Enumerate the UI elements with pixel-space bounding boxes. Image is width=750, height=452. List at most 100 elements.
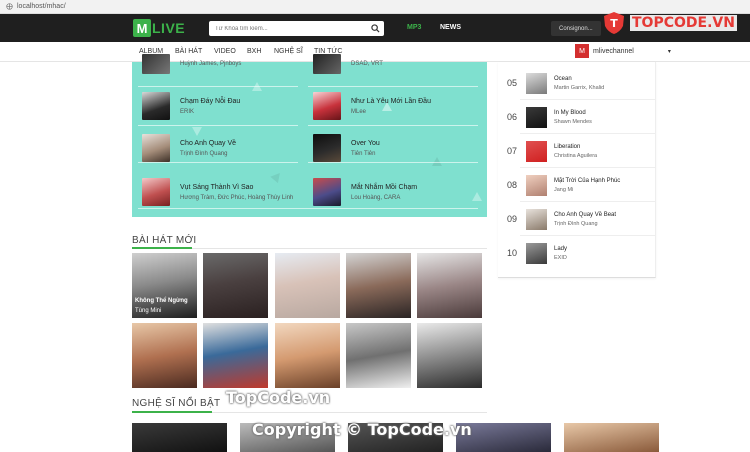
- song-thumbnail: [142, 54, 170, 74]
- ranking-item[interactable]: 09 Cho Anh Quay Về Beat Trịnh Đình Quang: [498, 202, 656, 236]
- ranking-item[interactable]: 10 Lady EXID: [498, 236, 656, 270]
- rank-artist: EXID: [554, 254, 567, 261]
- ranking-item[interactable]: 05 Ocean Martin Garrix, Khalid: [498, 66, 656, 100]
- featured-song[interactable]: DSAD, VRT: [313, 54, 383, 74]
- song-artist: MLee: [351, 108, 367, 115]
- rank-number: 07: [506, 146, 517, 156]
- new-song-tile[interactable]: [203, 323, 268, 388]
- rank-number: 05: [506, 78, 517, 88]
- rank-thumbnail: [526, 208, 547, 230]
- song-artist: ERIK: [180, 108, 195, 115]
- song-title: Vụt Sáng Thành Vì Sao: [180, 183, 254, 191]
- song-artist: DSAD, VRT: [351, 61, 383, 67]
- rank-title: Liberation: [554, 143, 581, 150]
- rank-thumbnail: [526, 174, 547, 196]
- search-input[interactable]: [209, 25, 364, 32]
- consign-button[interactable]: Consignon...: [551, 21, 601, 36]
- rank-thumbnail: [526, 72, 547, 94]
- new-songs-heading: BÀI HÁT MỚI: [132, 235, 197, 246]
- featured-song[interactable]: Cho Anh Quay Về Trịnh Đình Quang: [142, 134, 236, 162]
- rank-artist: Shawn Mendes: [554, 118, 592, 125]
- topcode-watermark: T TOPCODE.VN: [602, 11, 737, 35]
- nav-mp3[interactable]: MP3: [407, 24, 421, 31]
- channel-menu[interactable]: M mlivechannel ▾: [575, 44, 671, 58]
- featured-song[interactable]: Chạm Đáy Nỗi Đau ERIK: [142, 92, 240, 120]
- song-thumbnail: [313, 54, 341, 74]
- song-title: Chạm Đáy Nỗi Đau: [180, 97, 241, 105]
- svg-text:T: T: [610, 17, 618, 30]
- song-artist: Hương Tràm, Đức Phúc, Hoàng Thùy Linh: [180, 194, 294, 201]
- tile-title: Không Thể Ngừng: [135, 298, 188, 304]
- watermark-text: TopCode.vn: [226, 388, 331, 407]
- featured-song[interactable]: Huỳnh James, Pjnboys: [142, 54, 241, 74]
- rank-artist: Jang Mi: [554, 186, 574, 193]
- ranking-item[interactable]: 08 Mặt Trời Của Hạnh Phúc Jang Mi: [498, 168, 656, 202]
- song-thumbnail: [313, 178, 341, 206]
- featured-artists-heading: NGHỆ SĨ NỔI BẬT: [132, 398, 221, 409]
- new-song-tile[interactable]: [203, 253, 268, 318]
- song-thumbnail: [313, 134, 341, 162]
- new-song-tile[interactable]: [346, 323, 411, 388]
- tile-artist: Tùng Mini: [135, 308, 162, 314]
- song-thumbnail: [142, 178, 170, 206]
- rank-number: 09: [506, 214, 517, 224]
- channel-name: mlivechannel: [593, 47, 634, 55]
- copyright-watermark: Copyright © TopCode.vn: [252, 420, 472, 439]
- new-song-tile[interactable]: [132, 323, 197, 388]
- new-song-tile[interactable]: [417, 253, 482, 318]
- rank-number: 10: [506, 248, 517, 258]
- rank-thumbnail: [526, 242, 547, 264]
- search-box: [209, 21, 384, 36]
- featured-song[interactable]: Over You Tiên Tiên: [313, 134, 380, 162]
- new-song-tile[interactable]: [275, 253, 340, 318]
- song-artist: Trịnh Đình Quang: [180, 150, 228, 157]
- song-title: Như Là Yêu Mới Lần Đầu: [351, 97, 431, 105]
- featured-song[interactable]: Vụt Sáng Thành Vì Sao Hương Tràm, Đức Phú…: [142, 178, 293, 206]
- rank-number: 06: [506, 112, 517, 122]
- search-icon[interactable]: [371, 24, 380, 33]
- artist-card[interactable]: [132, 423, 227, 452]
- song-title: Cho Anh Quay Về: [180, 139, 237, 147]
- rank-title: In My Blood: [554, 109, 586, 116]
- ranking-list: 05 Ocean Martin Garrix, Khalid 06 In My B…: [498, 62, 656, 278]
- rank-thumbnail: [526, 140, 547, 162]
- artist-card[interactable]: [564, 423, 659, 452]
- shield-logo-icon: T: [604, 12, 624, 34]
- rank-artist: Trịnh Đình Quang: [554, 220, 598, 227]
- watermark-text: TOPCODE.VN: [630, 15, 737, 31]
- logo-mark: M: [133, 19, 151, 37]
- song-thumbnail: [142, 134, 170, 162]
- song-artist: Huỳnh James, Pjnboys: [180, 61, 242, 67]
- ranking-item[interactable]: 07 Liberation Christina Aguilera: [498, 134, 656, 168]
- logo-text: LIVE: [152, 20, 186, 36]
- song-artist: Lou Hoàng, CARA: [351, 194, 401, 201]
- featured-songs-panel: Huỳnh James, Pjnboys Chạm Đáy Nỗi Đau ERI…: [132, 54, 487, 217]
- subnav-artists[interactable]: NGHỆ SĨ: [274, 48, 303, 55]
- ranking-item[interactable]: 06 In My Blood Shawn Mendes: [498, 100, 656, 134]
- song-title: Mắt Nhắm Mồi Chạm: [351, 183, 418, 191]
- rank-number: 08: [506, 180, 517, 190]
- chevron-down-icon: ▾: [667, 48, 671, 55]
- rank-title: Ocean: [554, 75, 572, 82]
- song-title: Over You: [351, 139, 380, 147]
- rank-thumbnail: [526, 106, 547, 128]
- nav-news[interactable]: NEWS: [440, 24, 461, 31]
- subnav-bxh[interactable]: BXH: [247, 48, 261, 55]
- rank-artist: Christina Aguilera: [554, 152, 598, 159]
- featured-song[interactable]: Như Là Yêu Mới Lần Đầu MLee: [313, 92, 431, 120]
- new-song-tile[interactable]: [346, 253, 411, 318]
- rank-title: Mặt Trời Của Hạnh Phúc: [554, 177, 621, 184]
- url-text: localhost/mhac/: [17, 3, 66, 10]
- rank-artist: Martin Garrix, Khalid: [554, 84, 605, 91]
- new-song-tile[interactable]: [417, 323, 482, 388]
- globe-icon: [6, 3, 13, 10]
- heading-underline: [132, 247, 192, 249]
- site-logo[interactable]: M LIVE: [133, 19, 185, 37]
- song-thumbnail: [142, 92, 170, 120]
- song-thumbnail: [313, 92, 341, 120]
- featured-song[interactable]: Mắt Nhắm Mồi Chạm Lou Hoàng, CARA: [313, 178, 417, 206]
- song-artist: Tiên Tiên: [351, 150, 376, 157]
- new-song-tile[interactable]: [275, 323, 340, 388]
- rank-title: Lady: [554, 245, 568, 252]
- new-song-tile[interactable]: Không Thể Ngừng Tùng Mini: [132, 253, 197, 318]
